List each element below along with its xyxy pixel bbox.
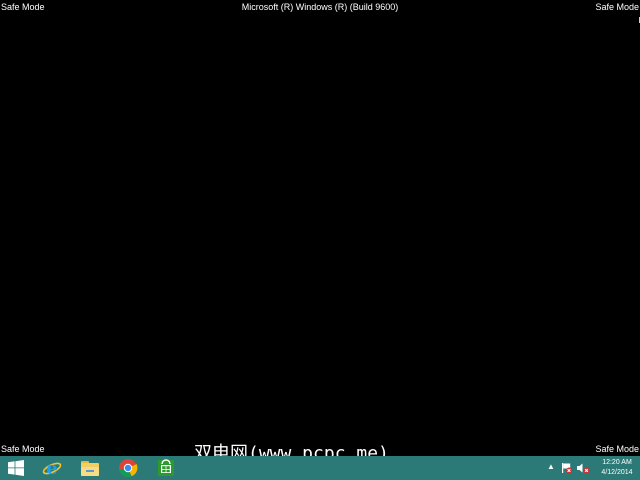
file-explorer-taskbar-button[interactable] [73,456,107,480]
system-tray: ▲ 12:20 AM 4/12/2014 [540,456,640,480]
safe-mode-label-top-right: Safe Mode [595,2,639,12]
taskbar-clock[interactable]: 12:20 AM 4/12/2014 [595,458,639,478]
internet-explorer-icon: e [42,458,62,478]
volume-muted-icon[interactable] [576,462,590,474]
svg-text:e: e [46,458,57,478]
windows-build-string: Microsoft (R) Windows (R) (Build 9600) [241,2,399,12]
store-taskbar-button[interactable] [149,456,183,480]
taskbar: e ▲ 12:20 AM 4/12/2014 [0,456,640,480]
safe-mode-label-bottom-left: Safe Mode [1,444,45,454]
folder-icon [81,461,99,476]
action-center-flag-icon[interactable] [561,462,573,474]
clock-time: 12:20 AM [602,459,632,466]
clock-date: 4/12/2014 [601,469,633,476]
chrome-icon [119,459,138,477]
start-button[interactable] [0,456,32,480]
show-hidden-icons-button[interactable]: ▲ [547,462,555,472]
safe-mode-desktop: Safe Mode Microsoft (R) Windows (R) (Bui… [0,0,640,480]
windows-logo-icon [8,460,24,476]
store-icon [158,459,174,476]
safe-mode-label-bottom-right: Safe Mode [595,444,639,454]
chrome-taskbar-button[interactable] [111,456,145,480]
internet-explorer-taskbar-button[interactable]: e [35,456,69,480]
